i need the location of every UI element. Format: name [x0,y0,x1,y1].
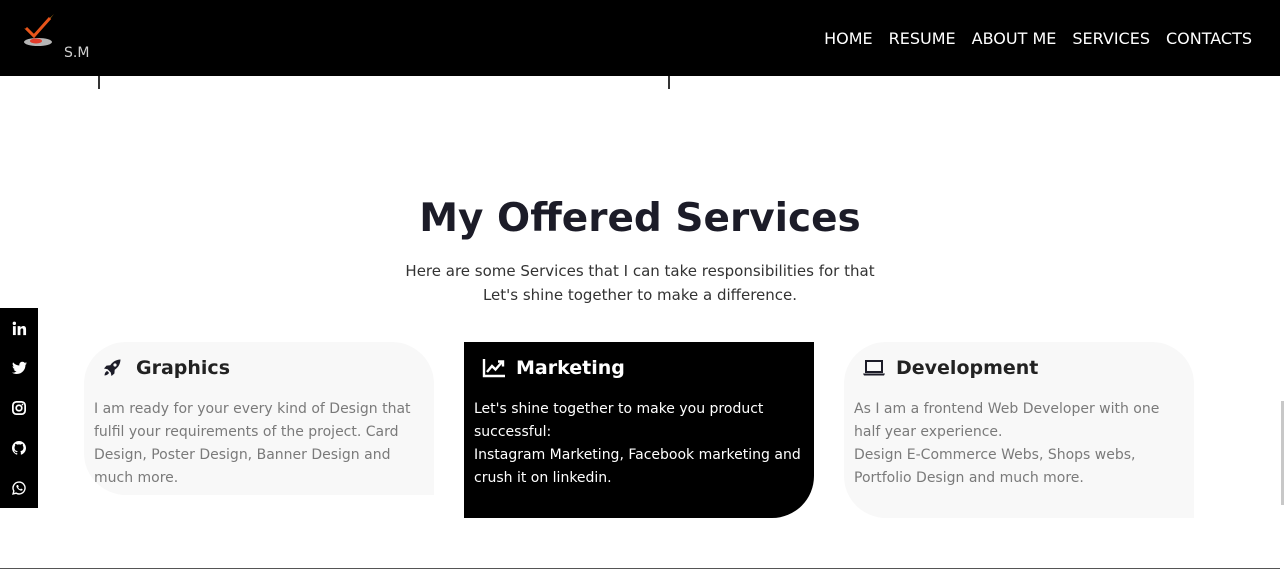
timeline-divider-right [668,76,670,89]
brand-logo[interactable]: S.M [20,12,89,61]
nav-home[interactable]: HOME [824,29,873,48]
card-text-line-1: As I am a frontend Web Developer with on… [854,401,1160,440]
twitter-icon[interactable] [0,348,38,388]
card-title: Marketing [516,357,625,379]
card-description: I am ready for your every kind of Design… [94,398,424,490]
card-text-line-2: Design E-Commerce Webs, Shops webs, Port… [854,447,1136,486]
nav-resume[interactable]: RESUME [889,29,956,48]
subtitle-line-1: Here are some Services that I can take r… [405,262,875,280]
card-text-line-1: Let's shine together to make you product… [474,401,764,440]
section-subtitle: Here are some Services that I can take r… [0,259,1280,307]
github-icon[interactable] [0,428,38,468]
service-card-marketing: Marketing Let's shine together to make y… [464,342,814,518]
social-sidebar [0,308,38,508]
chart-line-icon [482,356,512,380]
whatsapp-icon[interactable] [0,468,38,508]
card-title: Graphics [136,357,230,379]
card-header: Development [854,354,1184,382]
card-description: Let's shine together to make you product… [474,398,804,490]
nav-contacts[interactable]: CONTACTS [1166,29,1252,48]
logo-text: S.M [64,45,90,61]
card-description: As I am a frontend Web Developer with on… [854,398,1184,490]
nav-about-me[interactable]: ABOUT ME [972,29,1057,48]
card-text-line-2: Instagram Marketing, Facebook marketing … [474,447,801,486]
navbar: S.M HOME RESUME ABOUT ME SERVICES CONTAC… [0,0,1280,76]
card-title: Development [896,357,1039,379]
timeline-divider-left [98,76,100,89]
laptop-icon [862,356,892,380]
rocket-icon [102,356,132,380]
scrollbar-thumb[interactable] [1281,401,1284,505]
section-title: My Offered Services [419,196,861,241]
nav-links: HOME RESUME ABOUT ME SERVICES CONTACTS [824,29,1252,48]
instagram-icon[interactable] [0,388,38,428]
nav-services[interactable]: SERVICES [1072,29,1150,48]
service-card-graphics: Graphics I am ready for your every kind … [84,342,434,495]
subtitle-line-2: Let's shine together to make a differenc… [482,286,798,304]
card-header: Marketing [474,354,804,382]
card-header: Graphics [94,354,424,382]
service-card-development: Development As I am a frontend Web Devel… [844,342,1194,518]
card-text: I am ready for your every kind of Design… [94,401,411,486]
linkedin-icon[interactable] [0,308,38,348]
